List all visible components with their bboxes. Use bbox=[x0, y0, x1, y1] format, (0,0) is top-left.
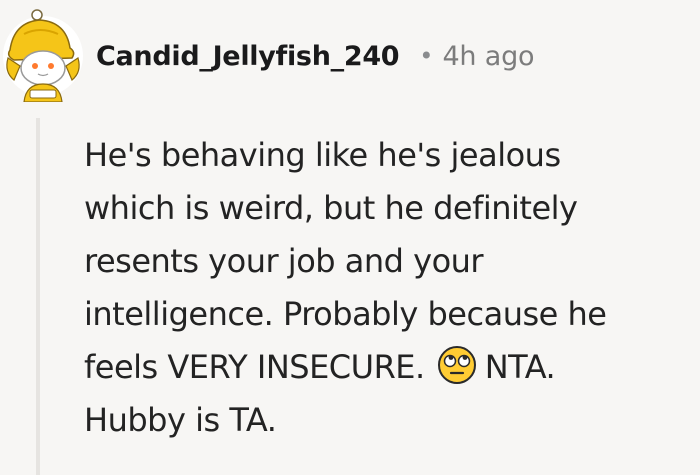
comment-body: He's behaving like he's jealous which is… bbox=[84, 129, 689, 447]
face-with-rolling-eyes-icon bbox=[437, 346, 476, 384]
meta-separator: • bbox=[419, 42, 434, 70]
author-username[interactable]: Candid_Jellyfish_240 bbox=[96, 41, 400, 72]
comment-body-line: intelligence. Probably because he bbox=[84, 295, 607, 333]
avatar[interactable] bbox=[0, 8, 86, 103]
comment-header: Candid_Jellyfish_240 • 4h ago bbox=[96, 36, 535, 76]
comment-body-text: feels VERY INSECURE. bbox=[84, 348, 425, 386]
comment-body-line: He's behaving like he's jealous bbox=[84, 136, 561, 174]
comment-body-line: Hubby is TA. bbox=[84, 401, 277, 439]
comment-body-line: resents your job and your bbox=[84, 242, 484, 280]
thread-collapse-line[interactable] bbox=[36, 118, 40, 475]
comment-body-line-with-emoji: feels VERY INSECURE. NTA. bbox=[84, 341, 689, 394]
comment: Candid_Jellyfish_240 • 4h ago He's behav… bbox=[0, 0, 700, 475]
comment-timestamp[interactable]: 4h ago bbox=[442, 41, 534, 72]
snoo-avatar-icon bbox=[3, 9, 83, 103]
comment-body-text: NTA. bbox=[484, 348, 556, 386]
comment-body-line: which is weird, but he definitely bbox=[84, 189, 578, 227]
